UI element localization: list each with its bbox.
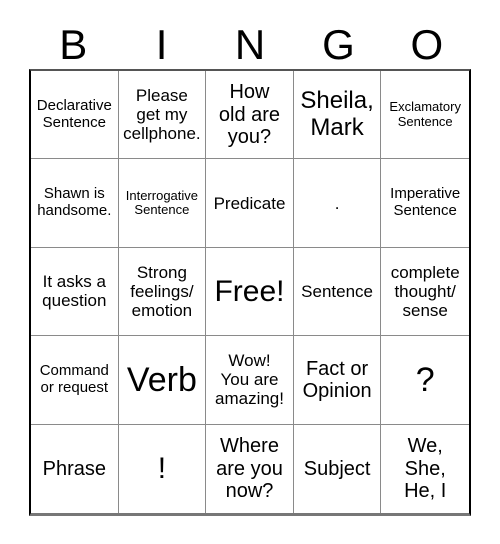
bingo-cell-text: Command or request <box>39 362 109 396</box>
bingo-cell-text: Imperative Sentence <box>390 185 461 220</box>
bingo-header-letter-b: B <box>59 20 88 68</box>
bingo-cell-g3[interactable]: Sentence <box>293 247 382 337</box>
bingo-cell-b4[interactable]: Command or request <box>31 336 119 425</box>
bingo-cell-n2[interactable]: Predicate <box>206 159 294 248</box>
bingo-cell-text: ? <box>415 360 435 399</box>
bingo-cell-text: Exclamatory Sentence <box>389 99 461 129</box>
bingo-card: B I N G O Declarative Sentence Please ge… <box>0 0 500 544</box>
bingo-cell-b3[interactable]: It asks a question <box>31 247 119 337</box>
bingo-cell-text: Sheila, Mark <box>300 86 374 141</box>
bingo-cell-n5[interactable]: Where are you now? <box>206 424 294 513</box>
bingo-cell-text: Wow! You are amazing! <box>215 351 284 409</box>
bingo-cell-text: How old are you? <box>218 81 281 148</box>
bingo-header-letter-g: G <box>322 20 355 68</box>
bingo-cell-o5[interactable]: We, She, He, I <box>381 424 469 513</box>
bingo-cell-g1[interactable]: Sheila, Mark <box>293 71 382 160</box>
bingo-cell-o3[interactable]: complete thought/ sense <box>381 247 469 337</box>
bingo-header-row: B I N G O <box>29 20 471 69</box>
bingo-cell-text: Strong feelings/ emotion <box>130 262 194 320</box>
bingo-cell-text: It asks a question <box>42 272 107 311</box>
bingo-cell-i5[interactable]: ! <box>118 424 207 513</box>
bingo-header-letter-i: I <box>155 20 168 68</box>
bingo-cell-text: ! <box>157 452 167 485</box>
bingo-cell-g2[interactable]: . <box>293 159 382 248</box>
bingo-cell-text: Predicate <box>213 193 286 213</box>
bingo-cell-o4[interactable]: ? <box>381 336 469 425</box>
bingo-cell-n4[interactable]: Wow! You are amazing! <box>206 336 294 425</box>
bingo-grid: Declarative Sentence Please get my cellp… <box>29 69 471 516</box>
bingo-cell-text: Interrogative Sentence <box>125 187 199 218</box>
bingo-free-space-text: Free! <box>214 274 285 308</box>
bingo-cell-text: Phrase <box>42 457 106 480</box>
bingo-cell-i4[interactable]: Verb <box>118 336 207 425</box>
bingo-cell-text: Sentence <box>301 281 374 301</box>
bingo-cell-text: Please get my cellphone. <box>123 86 201 144</box>
bingo-cell-text: Fact or Opinion <box>302 357 372 402</box>
bingo-cell-i1[interactable]: Please get my cellphone. <box>118 71 207 160</box>
bingo-cell-text: We, She, He, I <box>404 435 447 502</box>
bingo-cell-b2[interactable]: Shawn is handsome. <box>31 159 119 248</box>
bingo-cell-n1[interactable]: How old are you? <box>206 71 294 160</box>
bingo-cell-g4[interactable]: Fact or Opinion <box>293 336 382 425</box>
bingo-cell-b5[interactable]: Phrase <box>31 424 119 513</box>
bingo-cell-text: Subject <box>303 457 371 480</box>
bingo-cell-g5[interactable]: Subject <box>293 424 382 513</box>
bingo-cell-o1[interactable]: Exclamatory Sentence <box>381 71 469 160</box>
bingo-cell-free[interactable]: Free! <box>206 247 294 337</box>
bingo-cell-text: Verb <box>126 360 197 399</box>
bingo-cell-b1[interactable]: Declarative Sentence <box>31 71 119 160</box>
bingo-cell-text: Declarative Sentence <box>36 96 112 131</box>
bingo-cell-o2[interactable]: Imperative Sentence <box>381 159 469 248</box>
bingo-cell-i3[interactable]: Strong feelings/ emotion <box>118 247 207 337</box>
bingo-cell-text: complete thought/ sense <box>390 262 460 320</box>
bingo-cell-text: . <box>334 193 340 213</box>
bingo-cell-i2[interactable]: Interrogative Sentence <box>118 159 207 248</box>
bingo-cell-text: Where are you now? <box>216 435 283 502</box>
bingo-header-letter-o: O <box>410 20 444 68</box>
bingo-cell-text: Shawn is handsome. <box>37 185 112 220</box>
bingo-header-letter-n: N <box>234 20 266 68</box>
